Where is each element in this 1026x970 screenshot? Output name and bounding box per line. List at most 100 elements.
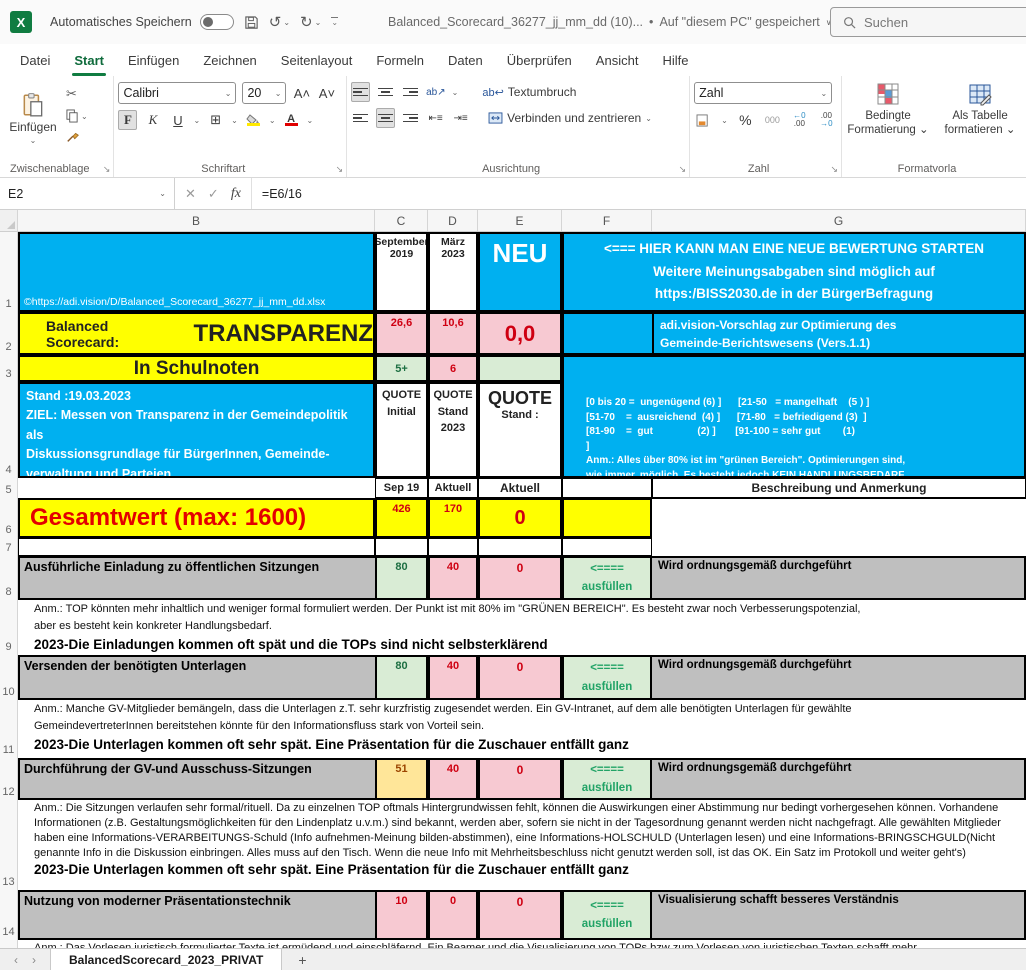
borders-chevron[interactable]: ⌄ [231,116,238,125]
align-bottom-button[interactable] [401,82,420,102]
item-value-neu[interactable]: 0 [478,655,562,700]
item-value-initial[interactable]: 51 [375,758,428,800]
alignment-dialog-launcher-icon[interactable]: ↘ [679,164,687,175]
row-header-10[interactable]: 10 [0,655,18,700]
format-as-table-button[interactable]: Als Tabelle formatieren ⌄ [938,82,1022,159]
item-value-stand[interactable]: 40 [428,556,478,600]
tab-ansicht[interactable]: Ansicht [584,47,651,74]
column-header-d[interactable]: D [428,210,478,231]
cell-b2[interactable]: Balanced Scorecard: TRANSPARENZ [18,312,375,355]
item-value-initial[interactable]: 80 [375,556,428,600]
sheet-nav-left-icon[interactable]: ‹ [14,953,18,967]
font-dialog-launcher-icon[interactable]: ↘ [336,164,344,175]
merge-center-button[interactable]: Verbinden und zentrieren ⌄ [488,111,652,125]
cell-f6[interactable] [562,498,652,538]
fill-hint-cell[interactable]: <==== ausfüllen [562,655,652,700]
tab-hilfe[interactable]: Hilfe [650,47,700,74]
fill-hint-cell[interactable]: <==== ausfüllen [562,758,652,800]
enter-formula-icon[interactable]: ✓ [208,186,219,202]
search-input[interactable]: Suchen [830,7,1026,37]
cell-d7[interactable] [428,538,478,556]
cell-d3[interactable]: 6 [428,355,478,382]
cell-c1[interactable]: September 2019 [375,232,428,312]
font-color-chevron[interactable]: ⌄ [307,116,314,125]
name-box[interactable]: E2 ⌄ [0,178,175,209]
cell-e5[interactable]: Aktuell [478,478,562,498]
wrap-text-button[interactable]: ab↩ Textumbruch [482,85,576,99]
fill-color-chevron[interactable]: ⌄ [269,116,276,125]
cell-d1[interactable]: März 2023 [428,232,478,312]
sheet-tab-active[interactable]: BalancedScorecard_2023_PRIVAT [50,949,282,970]
item-value-neu[interactable]: 0 [478,890,562,940]
fill-color-button[interactable] [244,110,263,130]
item-row-title[interactable]: Nutzung von moderner Präsentationstechni… [18,890,375,940]
align-center-button[interactable] [376,108,395,128]
orientation-chevron[interactable]: ⌄ [452,88,459,97]
cell-c7[interactable] [375,538,428,556]
cell-f7[interactable] [562,538,652,556]
conditional-formatting-button[interactable]: Bedingte Formatierung ⌄ [846,82,930,159]
cell-e1[interactable]: NEU [478,232,562,312]
add-sheet-button[interactable]: + [298,952,306,968]
row-header-8[interactable]: 8 [0,556,18,600]
note-row[interactable]: Anm.: TOP könnten mehr inhaltlich und we… [18,600,1026,655]
row-header-1[interactable]: 1 [0,232,18,312]
format-painter-button[interactable] [66,130,88,144]
item-row-note[interactable]: Wird ordnungsgemäß durchgeführt [652,758,1026,800]
sheet-nav-right-icon[interactable]: › [32,953,36,967]
cancel-formula-icon[interactable]: ✕ [185,186,196,202]
bold-button[interactable]: F [118,110,137,130]
underline-chevron[interactable]: ⌄ [193,116,200,125]
copy-button[interactable]: ⌄ [66,109,88,123]
cell-b3[interactable]: In Schulnoten [18,355,375,382]
percent-style-button[interactable]: % [736,110,755,130]
increase-indent-button[interactable]: ⇥≡ [451,108,470,128]
tab-daten[interactable]: Daten [436,47,495,74]
row-header-2[interactable]: 2 [0,312,18,355]
tab-einfuegen[interactable]: Einfügen [116,47,191,74]
cell-e7[interactable] [478,538,562,556]
column-header-f[interactable]: F [562,210,652,231]
cell-d2[interactable]: 10,6 [428,312,478,355]
font-size-select[interactable]: 20⌄ [242,82,286,104]
undo-button[interactable]: ↺⌄ [269,13,290,31]
number-dialog-launcher-icon[interactable]: ↘ [830,164,838,175]
column-header-e[interactable]: E [478,210,562,231]
item-value-initial[interactable]: 80 [375,655,428,700]
cell-c4[interactable]: QUOTE Initial [375,382,428,478]
item-row-title[interactable]: Versenden der benötigten Unterlagen [18,655,375,700]
underline-button[interactable]: U [168,110,187,130]
column-header-b[interactable]: B [18,210,375,231]
row-header-12[interactable]: 12 [0,758,18,800]
accounting-format-button[interactable] [694,110,713,130]
borders-button[interactable]: ⊞ [206,110,225,130]
saved-status[interactable]: Auf "diesem PC" gespeichert [659,15,819,29]
fill-hint-cell[interactable]: <==== ausfüllen [562,890,652,940]
cell-e3[interactable] [478,355,562,382]
item-value-stand[interactable]: 40 [428,758,478,800]
cell-g7[interactable] [652,538,1026,556]
tab-seitenlayout[interactable]: Seitenlayout [269,47,365,74]
merge-center-chevron[interactable]: ⌄ [645,114,652,123]
cell-b4[interactable]: Stand :19.03.2023 ZIEL: Messen von Trans… [18,382,375,478]
cell-f3[interactable] [562,355,1026,382]
cell-c3[interactable]: 5+ [375,355,428,382]
tab-zeichnen[interactable]: Zeichnen [191,47,268,74]
item-row-note[interactable]: Wird ordnungsgemäß durchgeführt [652,556,1026,600]
align-middle-button[interactable] [376,82,395,102]
decrease-indent-button[interactable]: ⇤≡ [426,108,445,128]
item-value-stand[interactable]: 0 [428,890,478,940]
cell-g2[interactable]: adi.vision-Vorschlag zur Optimierung des… [652,312,1026,355]
align-top-button[interactable] [351,82,370,102]
fill-hint-cell[interactable]: <==== ausfüllen [562,556,652,600]
insert-function-icon[interactable]: fx [231,186,241,202]
increase-decimal-button[interactable]: ←0.00 [790,110,809,130]
item-row-note[interactable]: Visualisierung schafft besseres Verständ… [652,890,1026,940]
align-left-button[interactable] [351,108,370,128]
redo-button[interactable]: ↻⌄ [300,13,321,31]
item-value-neu[interactable]: 0 [478,556,562,600]
autosave-control[interactable]: Automatisches Speichern [50,14,234,30]
note-row[interactable]: Anm.: Manche GV-Mitglieder bemängeln, da… [18,700,1026,758]
font-name-select[interactable]: Calibri⌄ [118,82,236,104]
align-right-button[interactable] [401,108,420,128]
